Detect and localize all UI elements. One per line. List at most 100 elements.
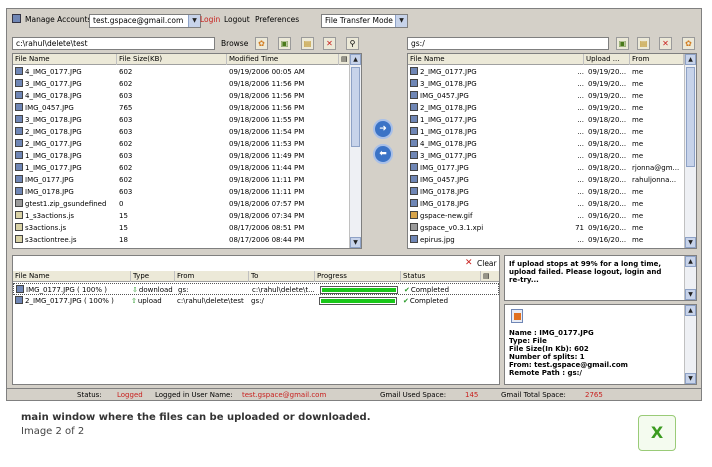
- table-row[interactable]: 3_IMG_0177.JPG... 09/18/20... me: [408, 150, 684, 162]
- scroll-thumb[interactable]: [351, 67, 360, 147]
- table-row[interactable]: 3_IMG_0178.JPG... 09/19/20... me: [408, 78, 684, 90]
- column-header-type[interactable]: Type: [131, 271, 175, 282]
- upload-time: 09/18/20...: [588, 200, 627, 208]
- preferences-link[interactable]: Preferences: [255, 15, 299, 24]
- column-header-status[interactable]: Status: [401, 271, 481, 282]
- table-row[interactable]: IMG_0177.JPG 602 09/18/2006 11:11 PM: [13, 174, 349, 186]
- transfer-queue[interactable]: ✕ Clear File Name Type From To Progress …: [12, 255, 500, 385]
- table-row[interactable]: gspace_v0.3.1.xpi 71 09/16/20... me: [408, 222, 684, 234]
- new-folder-icon[interactable]: ▤: [637, 37, 650, 50]
- table-row[interactable]: IMG_0178.JPG 603 09/18/2006 11:11 PM: [13, 186, 349, 198]
- remote-vertical-scrollbar[interactable]: ▲ ▼: [684, 54, 696, 248]
- scroll-down-icon[interactable]: ▼: [685, 237, 696, 248]
- manage-accounts-icon[interactable]: [12, 14, 21, 23]
- table-row[interactable]: s3actions.js 15 08/17/2006 08:51 PM: [13, 222, 349, 234]
- table-row[interactable]: 1_IMG_0178.JPG... 09/18/20... me: [408, 126, 684, 138]
- table-row[interactable]: gtest1.zip_gsundefined 0 09/18/2006 07:57 …: [13, 198, 349, 210]
- transfer-row[interactable]: 2_IMG_0177.JPG ( 100% ) ⇧upload c:\rahul\d…: [13, 295, 499, 307]
- scroll-down-icon[interactable]: ▼: [685, 373, 696, 384]
- table-row[interactable]: IMG_0178.JPG... 09/18/20... me: [408, 198, 684, 210]
- scroll-up-icon[interactable]: ▲: [685, 256, 696, 267]
- scroll-up-icon[interactable]: ▲: [350, 54, 361, 65]
- upload-arrow-icon[interactable]: ➜: [373, 119, 393, 139]
- folder-up-icon[interactable]: ▣: [616, 37, 629, 50]
- column-header-modified-time[interactable]: Modified Time: [227, 54, 339, 65]
- refresh-icon[interactable]: ✿: [255, 37, 268, 50]
- table-row[interactable]: IMG_0457.JPG 765 09/18/2006 11:56 PM: [13, 102, 349, 114]
- account-select[interactable]: test.gspace@gmail.com ▼: [89, 14, 201, 28]
- folder-up-icon[interactable]: ▣: [278, 37, 291, 50]
- script-file-icon: [15, 211, 23, 219]
- table-row[interactable]: 2_IMG_0178.JPG... 09/19/20... me: [408, 102, 684, 114]
- table-row[interactable]: IMG_0178.JPG... 09/18/20... me: [408, 186, 684, 198]
- remote-file-list[interactable]: File Name Upload ... From ▤ 2_IMG_0177.J…: [407, 53, 697, 249]
- remote-path-input[interactable]: gs:/: [407, 37, 609, 50]
- refresh-icon[interactable]: ✿: [682, 37, 695, 50]
- table-row[interactable]: 3_IMG_0178.JPG 603 09/18/2006 11:55 PM: [13, 114, 349, 126]
- table-row[interactable]: 1_IMG_0177.JPG... 09/18/20... me: [408, 114, 684, 126]
- column-header-file-name[interactable]: File Name: [408, 54, 584, 65]
- scroll-down-icon[interactable]: ▼: [685, 289, 696, 300]
- image-file-icon: [410, 199, 418, 207]
- local-path-input[interactable]: c:\rahul\delete\test: [12, 37, 215, 50]
- local-vertical-scrollbar[interactable]: ▲ ▼: [349, 54, 361, 248]
- table-row[interactable]: 2_IMG_0178.JPG 603 09/18/2006 11:54 PM: [13, 126, 349, 138]
- table-row[interactable]: epirus.jpg... 09/16/20... me: [408, 234, 684, 246]
- column-header-file-size[interactable]: File Size(KB): [117, 54, 227, 65]
- column-header-to[interactable]: To: [249, 271, 315, 282]
- column-header-upload[interactable]: Upload ...: [584, 54, 630, 65]
- logout-link[interactable]: Logout: [224, 15, 250, 24]
- column-header-from[interactable]: From: [630, 54, 684, 65]
- details-scrollbar[interactable]: ▲ ▼: [684, 305, 696, 384]
- table-row[interactable]: 3_IMG_0177.JPG 602 09/18/2006 11:56 PM: [13, 78, 349, 90]
- table-row[interactable]: 1_s3actions.js 15 09/18/2006 07:34 PM: [13, 210, 349, 222]
- table-row[interactable]: 1_IMG_0177.JPG 602 09/18/2006 11:44 PM: [13, 162, 349, 174]
- delete-icon[interactable]: ✕: [659, 37, 672, 50]
- table-row[interactable]: 4_IMG_0177.JPG 602 09/19/2006 00:05 AM: [13, 66, 349, 78]
- column-header-progress[interactable]: Progress: [315, 271, 401, 282]
- table-row[interactable]: gspace-new.gif... 09/16/20... me: [408, 210, 684, 222]
- file-size: 602: [119, 176, 133, 184]
- file-name-cell: s3actions.js: [13, 222, 117, 234]
- scroll-down-icon[interactable]: ▼: [350, 237, 361, 248]
- scroll-up-icon[interactable]: ▲: [685, 54, 696, 65]
- image-file-icon: [16, 285, 24, 293]
- delete-icon[interactable]: ✕: [323, 37, 336, 50]
- table-row[interactable]: IMG_0457.JPG... 09/19/20... me: [408, 90, 684, 102]
- local-file-list[interactable]: File Name File Size(KB) Modified Time ▤ …: [12, 53, 362, 249]
- table-row[interactable]: 2_IMG_0177.JPG... 09/19/20... me: [408, 66, 684, 78]
- manage-accounts-link[interactable]: Manage Accounts: [25, 15, 91, 24]
- browse-button[interactable]: Browse: [221, 39, 248, 48]
- table-row[interactable]: IMG_0177.JPG... 09/18/20... rjonna@gm...: [408, 162, 684, 174]
- table-row[interactable]: s3actiontree.js 18 08/17/2006 08:44 PM: [13, 234, 349, 246]
- column-header-from[interactable]: From: [175, 271, 249, 282]
- scroll-up-icon[interactable]: ▲: [685, 305, 696, 316]
- scroll-thumb[interactable]: [686, 67, 695, 167]
- table-row[interactable]: 4_IMG_0178.JPG 603 09/18/2006 11:56 PM: [13, 90, 349, 102]
- notice-scrollbar[interactable]: ▲ ▼: [684, 256, 696, 300]
- transfer-row[interactable]: IMG_0177.JPG ( 100% ) ⇩download gs: c:\rahu…: [13, 283, 499, 295]
- file-name: IMG_0177.JPG: [420, 164, 469, 172]
- remote-list-header: File Name Upload ... From ▤: [408, 54, 693, 65]
- upload-time: 09/16/20...: [588, 212, 627, 220]
- column-header-file-name[interactable]: File Name: [13, 54, 117, 65]
- table-row[interactable]: 4_IMG_0178.JPG... 09/18/20... me: [408, 138, 684, 150]
- table-row[interactable]: 2_IMG_0177.JPG 602 09/18/2006 11:53 PM: [13, 138, 349, 150]
- table-row[interactable]: IMG_0457.JPG... 09/18/20... rahuljonna...: [408, 174, 684, 186]
- clear-button[interactable]: Clear: [477, 259, 497, 268]
- clear-icon[interactable]: ✕: [465, 258, 473, 268]
- column-picker-icon[interactable]: ▤: [481, 271, 499, 282]
- transfer-mode-select[interactable]: File Transfer Mode ▼: [321, 14, 408, 28]
- login-link[interactable]: Login: [200, 15, 220, 24]
- image-file-icon: [410, 91, 418, 99]
- new-folder-icon[interactable]: ▤: [301, 37, 314, 50]
- user-value: test.gspace@gmail.com: [242, 391, 327, 399]
- properties-icon[interactable]: ⚲: [346, 37, 359, 50]
- table-row[interactable]: 1_IMG_0178.JPG 603 09/18/2006 11:49 PM: [13, 150, 349, 162]
- close-button[interactable]: X: [638, 415, 676, 451]
- column-header-file-name[interactable]: File Name: [13, 271, 131, 282]
- file-name-cell: IMG_0457.JPG: [13, 102, 117, 114]
- from-user: me: [632, 224, 644, 232]
- details-type: Type: File: [509, 337, 547, 345]
- download-arrow-icon[interactable]: ⬅: [373, 144, 393, 164]
